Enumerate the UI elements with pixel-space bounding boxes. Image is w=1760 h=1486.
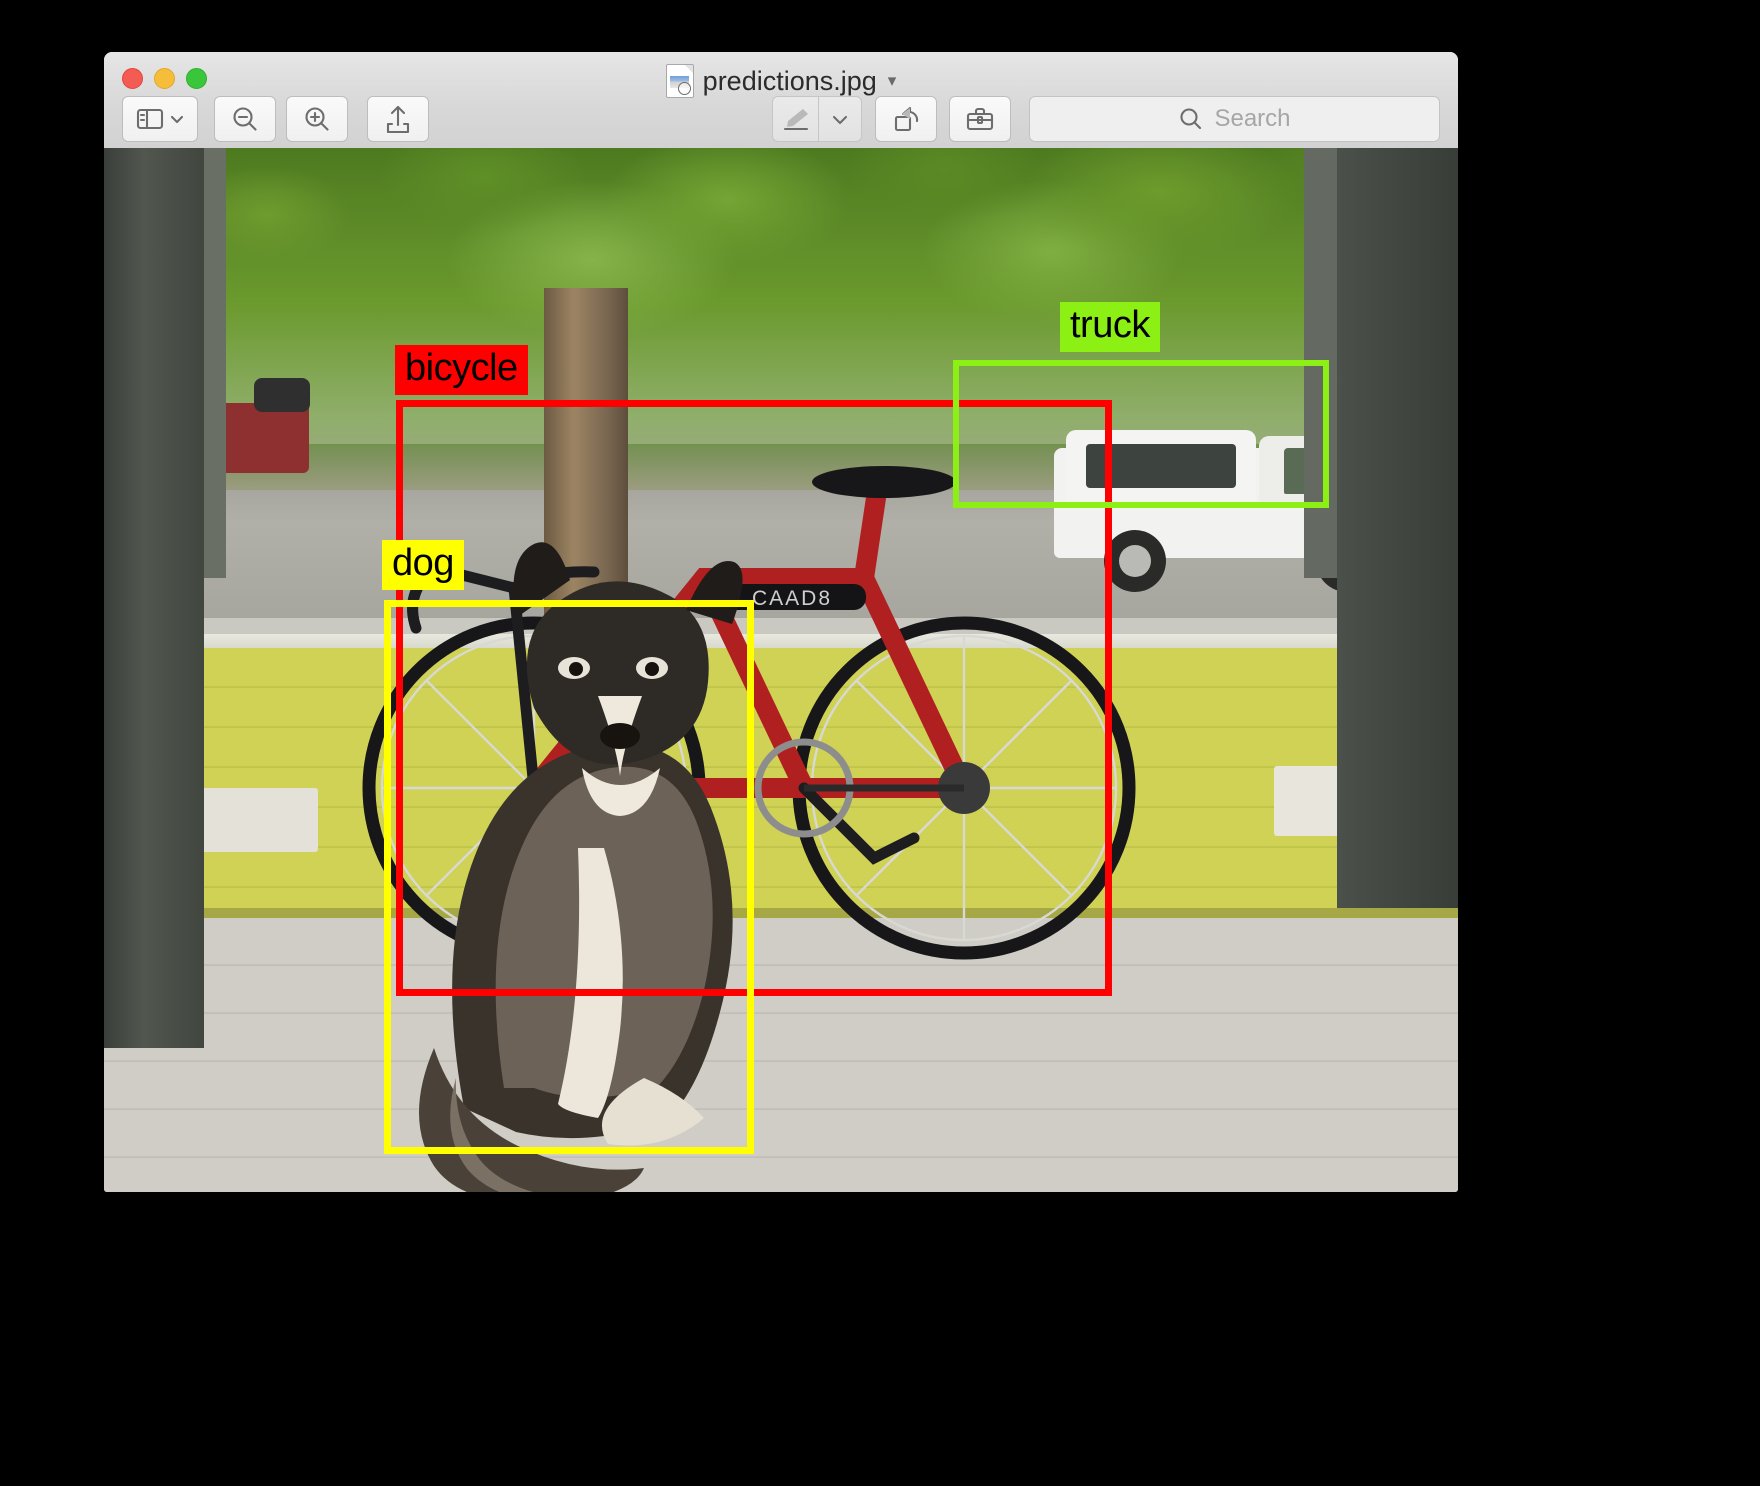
search-field[interactable]: Search [1029, 96, 1440, 142]
truck-label: truck [1060, 302, 1160, 352]
dog-label: dog [382, 540, 464, 590]
magnifier-overlay-icon [677, 82, 691, 95]
rotate-left-button[interactable] [875, 96, 937, 142]
markup-options-button[interactable] [818, 96, 862, 142]
title-chevron-down-icon[interactable]: ▾ [888, 71, 897, 91]
window-toolbar: Search [104, 96, 1458, 148]
search-icon [1178, 106, 1204, 132]
preview-window: predictions.jpg ▾ Search CAAD8 bicycle t… [104, 52, 1458, 1192]
detection-box-dog[interactable]: dog [382, 540, 754, 1154]
window-title-text: predictions.jpg [702, 65, 877, 96]
chevron-down-icon [830, 112, 850, 126]
dog-bbox-outline [384, 600, 754, 1154]
share-button[interactable] [367, 96, 429, 142]
zoom-out-button[interactable] [214, 96, 276, 142]
sidebar-chevron-down-icon [169, 113, 185, 125]
markup-pen-icon [781, 106, 811, 132]
document-icon [665, 64, 694, 98]
markup-button[interactable] [772, 96, 818, 142]
share-icon [385, 104, 411, 134]
search-placeholder: Search [1214, 105, 1291, 132]
bicycle-label: bicycle [395, 345, 528, 395]
rotate-left-icon [891, 104, 921, 134]
zoom-out-icon [230, 104, 260, 134]
detection-box-truck[interactable]: truck [953, 302, 1329, 508]
sidebar-view-button[interactable] [122, 96, 198, 142]
zoom-in-icon [302, 104, 332, 134]
toolkit-button[interactable] [949, 96, 1011, 142]
image-canvas[interactable]: CAAD8 bicycle truck dog [104, 148, 1458, 1192]
toolkit-icon [965, 106, 995, 132]
zoom-in-button[interactable] [286, 96, 348, 142]
truck-bbox-outline [953, 360, 1329, 508]
window-title: predictions.jpg ▾ [104, 64, 1458, 98]
window-titlebar: predictions.jpg ▾ Search [104, 52, 1458, 149]
sidebar-icon [136, 107, 164, 131]
desktop-background: predictions.jpg ▾ Search CAAD8 bicycle t… [0, 0, 1760, 1486]
